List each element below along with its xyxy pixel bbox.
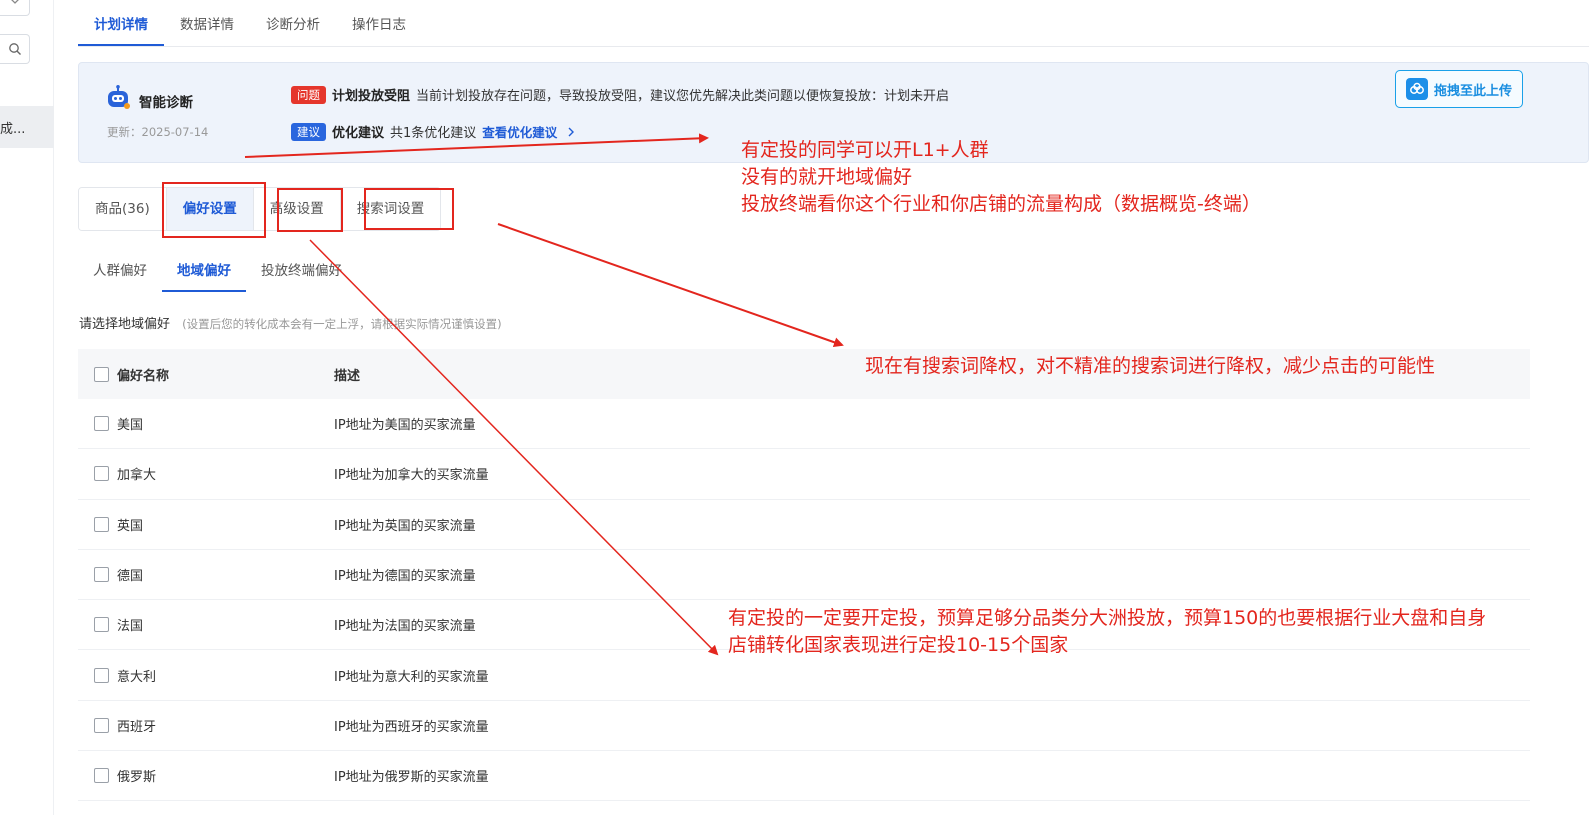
table-row[interactable]: 德国 IP地址为德国的买家流量 [78,550,1530,601]
tab-diagnosis[interactable]: 诊断分析 [250,0,336,46]
view-suggestion-label: 查看优化建议 [482,125,558,140]
issue-row: 问题 计划投放受阻 当前计划投放存在问题，导致投放受阻，建议您优先解决此类问题以… [291,85,949,104]
table-row[interactable]: 俄罗斯 IP地址为俄罗斯的买家流量 [78,751,1530,802]
note3-line1: 有定投的一定要开定投，预算足够分品类分大洲投放，预算150的也要根据行业大盘和自… [728,607,1487,629]
sidebar: 成... [0,0,54,815]
tab-audience-preference[interactable]: 人群偏好 [78,254,162,292]
header-name: 偏好名称 [117,368,170,384]
chevron-right-icon [568,127,574,137]
tab-data-details[interactable]: 数据详情 [164,0,250,46]
issue-tag: 问题 [291,85,326,104]
row-checkbox[interactable] [94,567,109,583]
sidebar-item-label: 成... [0,121,26,137]
tab-products[interactable]: 商品(36) [79,188,167,230]
row-desc: IP地址为美国的买家流量 [334,418,476,434]
annotation-note-3: 有定投的一定要开定投，预算足够分品类分大洲投放，预算150的也要根据行业大盘和自… [728,605,1486,659]
row-name: 英国 [117,518,144,534]
row-checkbox[interactable] [94,768,109,784]
row-name: 俄罗斯 [117,770,157,786]
arrow-to-note2 [497,223,844,348]
note1-line3: 投放终端看你这个行业和你店铺的流量构成（数据概览-终端） [741,193,1261,215]
drag-upload-button[interactable]: 拖拽至此上传 [1395,70,1523,108]
tab-preference-settings[interactable]: 偏好设置 [166,188,254,230]
note1-line1: 有定投的同学可以开L1+人群 [741,139,989,161]
sidebar-item-selected[interactable]: 成... [0,106,54,148]
suggestion-title: 优化建议 [332,126,385,141]
search-button[interactable] [0,34,30,64]
region-section-label: 请选择地域偏好 (设置后您的转化成本会有一定上浮，请根据实际情况谨慎设置) [79,313,502,332]
preference-subtabs: 人群偏好 地域偏好 投放终端偏好 [78,254,357,292]
annotation-note-1: 有定投的同学可以开L1+人群 没有的就开地域偏好 投放终端看你这个行业和你店铺的… [741,137,1261,218]
row-name: 西班牙 [117,719,157,735]
top-tabs: 计划详情 数据详情 诊断分析 操作日志 [78,0,422,46]
region-table: 偏好名称 描述 美国 IP地址为美国的买家流量 加拿大 IP地址为加拿大的买家流量 英国… [78,349,1530,802]
cloud-upload-icon [1405,78,1428,100]
row-desc: IP地址为俄罗斯的买家流量 [334,770,489,786]
row-name: 德国 [117,569,144,585]
row-desc: IP地址为加拿大的买家流量 [334,468,489,484]
upload-label: 拖拽至此上传 [1433,83,1512,99]
tab-device-preference[interactable]: 投放终端偏好 [246,254,357,292]
row-desc: IP地址为德国的买家流量 [334,569,476,585]
table-body: 美国 IP地址为美国的买家流量加拿大 IP地址为加拿大的买家流量英国 IP地址为英国的… [78,399,1530,802]
select-all-checkbox[interactable] [94,366,109,382]
row-desc: IP地址为意大利的买家流量 [334,669,489,685]
diagnosis-title: 智能诊断 [139,95,193,111]
suggestion-row: 建议 优化建议 共1条优化建议 查看优化建议 [291,122,576,141]
region-hint: (设置后您的转化成本会有一定上浮，请根据实际情况谨慎设置) [182,317,502,331]
note3-line2: 店铺转化国家表现进行定投10-15个国家 [728,634,1069,656]
tab-advanced-settings[interactable]: 高级设置 [253,188,341,230]
row-name: 美国 [117,418,144,434]
row-checkbox[interactable] [94,516,109,532]
row-name: 法国 [117,619,144,635]
row-desc: IP地址为西班牙的买家流量 [334,719,489,735]
search-icon [8,43,21,55]
settings-segment: 商品(36) 偏好设置 高级设置 搜索词设置 [78,187,442,231]
table-row[interactable]: 西班牙 IP地址为西班牙的买家流量 [78,701,1530,752]
suggestion-tag: 建议 [291,122,326,141]
issue-title: 计划投放受阻 [332,89,411,104]
row-desc: IP地址为英国的买家流量 [334,518,476,534]
tab-region-preference[interactable]: 地域偏好 [162,254,246,292]
row-checkbox[interactable] [94,416,109,432]
row-checkbox[interactable] [94,617,109,633]
diagnosis-updated: 更新：2025-07-14 [107,125,209,139]
row-checkbox[interactable] [94,667,109,683]
tabs-divider [78,46,1589,47]
suggestion-text: 共1条优化建议 [390,126,477,141]
annotation-note-2: 现在有搜索词降权，对不精准的搜索词进行降权，减少点击的可能性 [865,355,1436,377]
tab-operation-log[interactable]: 操作日志 [336,0,422,46]
collapse-button[interactable] [0,0,30,16]
table-row[interactable]: 美国 IP地址为美国的买家流量 [78,399,1530,450]
region-label-text: 请选择地域偏好 [79,317,171,332]
view-suggestion-link[interactable]: 查看优化建议 [482,122,575,141]
tab-plan-details[interactable]: 计划详情 [78,0,164,46]
row-name: 加拿大 [117,468,157,484]
row-checkbox[interactable] [94,717,109,733]
robot-icon [108,85,130,109]
table-row[interactable]: 加拿大 IP地址为加拿大的买家流量 [78,449,1530,500]
issue-text: 当前计划投放存在问题，导致投放受阻，建议您优先解决此类问题以便恢复投放：计划未开… [416,89,950,104]
note1-line2: 没有的就开地域偏好 [741,166,913,188]
row-checkbox[interactable] [94,466,109,482]
row-name: 意大利 [117,669,157,685]
table-row[interactable]: 英国 IP地址为英国的买家流量 [78,500,1530,550]
chevron-down-icon [10,0,19,4]
tab-search-term-settings[interactable]: 搜索词设置 [340,188,441,230]
